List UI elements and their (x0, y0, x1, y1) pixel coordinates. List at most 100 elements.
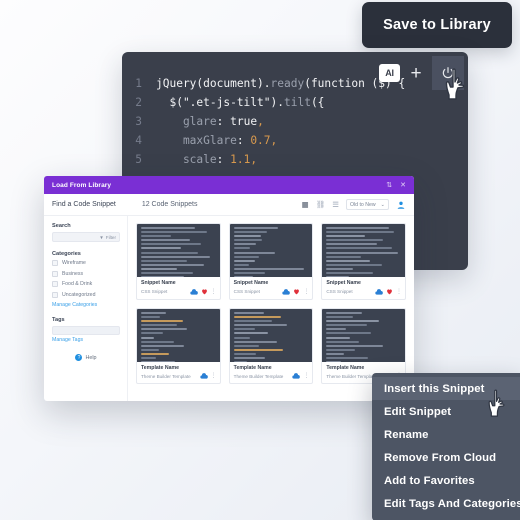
code-token: : (216, 115, 231, 128)
snippet-card[interactable]: Template Name Theme Builder Template ⋮ (228, 308, 314, 384)
code-token: maxGlare (156, 134, 237, 147)
view-tools: ▦ ⛓ ☰ Old to New ⌄ (302, 199, 406, 210)
snippet-meta: Snippet Name CSS Snippet ⋮ (230, 277, 313, 299)
snippet-type: Theme Builder Template (233, 373, 284, 379)
add-icon[interactable]: + (409, 64, 423, 83)
modal-header-actions: ⇅ ✕ (386, 182, 406, 189)
modal-header: Load From Library ⇅ ✕ (44, 176, 414, 194)
snippet-card[interactable]: Snippet Name CSS Snippet ⋮ (136, 223, 221, 300)
code-text: glare: true, (156, 112, 264, 131)
context-menu-item-edit-snippet[interactable]: Edit Snippet (372, 400, 520, 423)
snippet-name: Template Name (326, 365, 365, 371)
tags-block: Tags Manage Tags (52, 317, 120, 343)
context-menu-item-edit-tags-and-categories[interactable]: Edit Tags And Categories (372, 492, 520, 515)
more-options-icon[interactable]: ⋮ (396, 289, 402, 295)
modal-subbar: Find a Code Snippet 12 Code Snippets ▦ ⛓… (44, 194, 414, 216)
cloud-icon[interactable] (292, 373, 301, 379)
code-toggle-button[interactable] (432, 56, 464, 90)
code-token: ready (270, 77, 305, 90)
heart-icon[interactable] (293, 288, 300, 295)
sort-order-select[interactable]: Old to New ⌄ (345, 199, 389, 210)
snippet-type: CSS Snippet (141, 289, 168, 294)
list-view-icon[interactable]: ☰ (332, 201, 339, 209)
category-checkbox[interactable] (52, 260, 58, 266)
context-menu-item-insert-this-snippet[interactable]: Insert this Snippet (372, 377, 520, 400)
library-filters-sidebar: Search ▼ Filter Categories Wireframe Bus… (44, 216, 128, 401)
snippet-type: CSS Snippet (326, 289, 353, 294)
snippet-actions: ⋮ (189, 288, 217, 295)
snippet-row: CSS Snippet ⋮ (326, 288, 402, 295)
cloud-icon[interactable] (189, 288, 198, 295)
filter-label: Filter (105, 234, 116, 240)
tags-input[interactable] (52, 326, 120, 335)
manage-tags-link[interactable]: Manage Tags (52, 337, 120, 343)
context-menu-item-label: Add to Favorites (384, 474, 475, 487)
category-label: Business (62, 270, 84, 277)
code-text: scale: 1.1, (156, 150, 257, 169)
category-row[interactable]: Wireframe (52, 260, 120, 266)
context-menu-item-add-to-favorites[interactable]: Add to Favorites (372, 469, 520, 492)
context-menu-item-rename[interactable]: Rename (372, 423, 520, 446)
filter-button[interactable]: ▼ Filter (99, 235, 116, 240)
code-line: 3 glare: true, (122, 112, 468, 131)
category-row[interactable]: Uncategorized (52, 291, 120, 298)
context-menu-item-label: Edit Tags And Categories (384, 497, 520, 510)
category-row[interactable]: Food & Drink (52, 281, 120, 287)
ai-badge-icon[interactable]: AI (379, 64, 400, 82)
link-view-icon[interactable]: ⛓ (316, 201, 326, 209)
snippet-name: Snippet Name (233, 280, 269, 286)
close-icon[interactable]: ✕ (400, 182, 406, 189)
context-menu-item-label: Edit Snippet (384, 405, 452, 418)
snippet-card[interactable]: Snippet Name CSS Snippet ⋮ (321, 223, 406, 300)
category-checkbox[interactable] (52, 291, 58, 298)
more-options-icon[interactable]: ⋮ (303, 289, 309, 295)
context-menu-item-label: Insert this Snippet (384, 382, 485, 395)
account-avatar-icon[interactable] (396, 200, 406, 210)
grid-view-icon[interactable]: ▦ (302, 201, 309, 209)
categories-block: Categories Wireframe Business Food & Dri… (52, 251, 120, 308)
snippet-thumbnail (229, 224, 313, 277)
more-options-icon[interactable]: ⋮ (211, 373, 217, 379)
ai-badge-label: AI (385, 68, 394, 78)
category-row[interactable]: Business (52, 270, 120, 277)
snippet-card[interactable]: Template Name Theme Builder Template ⋮ (136, 308, 221, 384)
code-token: : (236, 134, 251, 147)
category-checkbox[interactable] (52, 270, 58, 277)
cloud-icon[interactable] (199, 373, 208, 379)
chevron-down-icon: ⌄ (380, 201, 385, 208)
snippet-actions: ⋮ (199, 373, 217, 379)
snippet-card[interactable]: Snippet Name CSS Snippet ⋮ (228, 223, 314, 300)
expand-icon[interactable]: ⇅ (386, 182, 392, 189)
context-menu-item-remove-from-cloud[interactable]: Remove From Cloud (372, 446, 520, 469)
help-button[interactable]: ? Help (52, 354, 120, 361)
more-options-icon[interactable]: ⋮ (303, 373, 309, 379)
context-menu-item-label: Rename (384, 428, 429, 441)
snippet-meta: Snippet Name CSS Snippet ⋮ (322, 277, 405, 299)
sort-order-value: Old to New (349, 201, 376, 208)
snippet-row: CSS Snippet ⋮ (234, 288, 310, 295)
line-number: 3 (135, 115, 142, 128)
code-token: , (257, 115, 264, 128)
cloud-icon[interactable] (282, 288, 291, 295)
snippet-actions: ⋮ (375, 288, 402, 295)
categories-label: Categories (52, 251, 81, 257)
category-checkbox[interactable] (52, 281, 58, 287)
code-token: 1.1 (230, 153, 251, 166)
snippet-thumbnail (322, 309, 405, 362)
heart-icon[interactable] (201, 288, 208, 295)
heart-icon[interactable] (386, 288, 393, 295)
search-input[interactable]: ▼ Filter (52, 232, 120, 242)
save-to-library-button[interactable]: Save to Library (362, 2, 512, 48)
code-token: 0.7 (250, 134, 271, 147)
more-options-icon[interactable]: ⋮ (211, 289, 217, 295)
code-token: true (230, 115, 258, 128)
manage-categories-link[interactable]: Manage Categories (52, 302, 120, 308)
cloud-icon[interactable] (375, 288, 383, 295)
line-number: 4 (135, 134, 142, 147)
line-number: 2 (135, 96, 142, 109)
snippet-meta: Snippet Name CSS Snippet ⋮ (137, 277, 220, 299)
snippet-actions: ⋮ (292, 373, 309, 379)
code-token: $(".et-js-tilt"). (156, 96, 284, 109)
line-number: 1 (135, 77, 142, 90)
code-text: $(".et-js-tilt").tilt({ (156, 93, 324, 112)
